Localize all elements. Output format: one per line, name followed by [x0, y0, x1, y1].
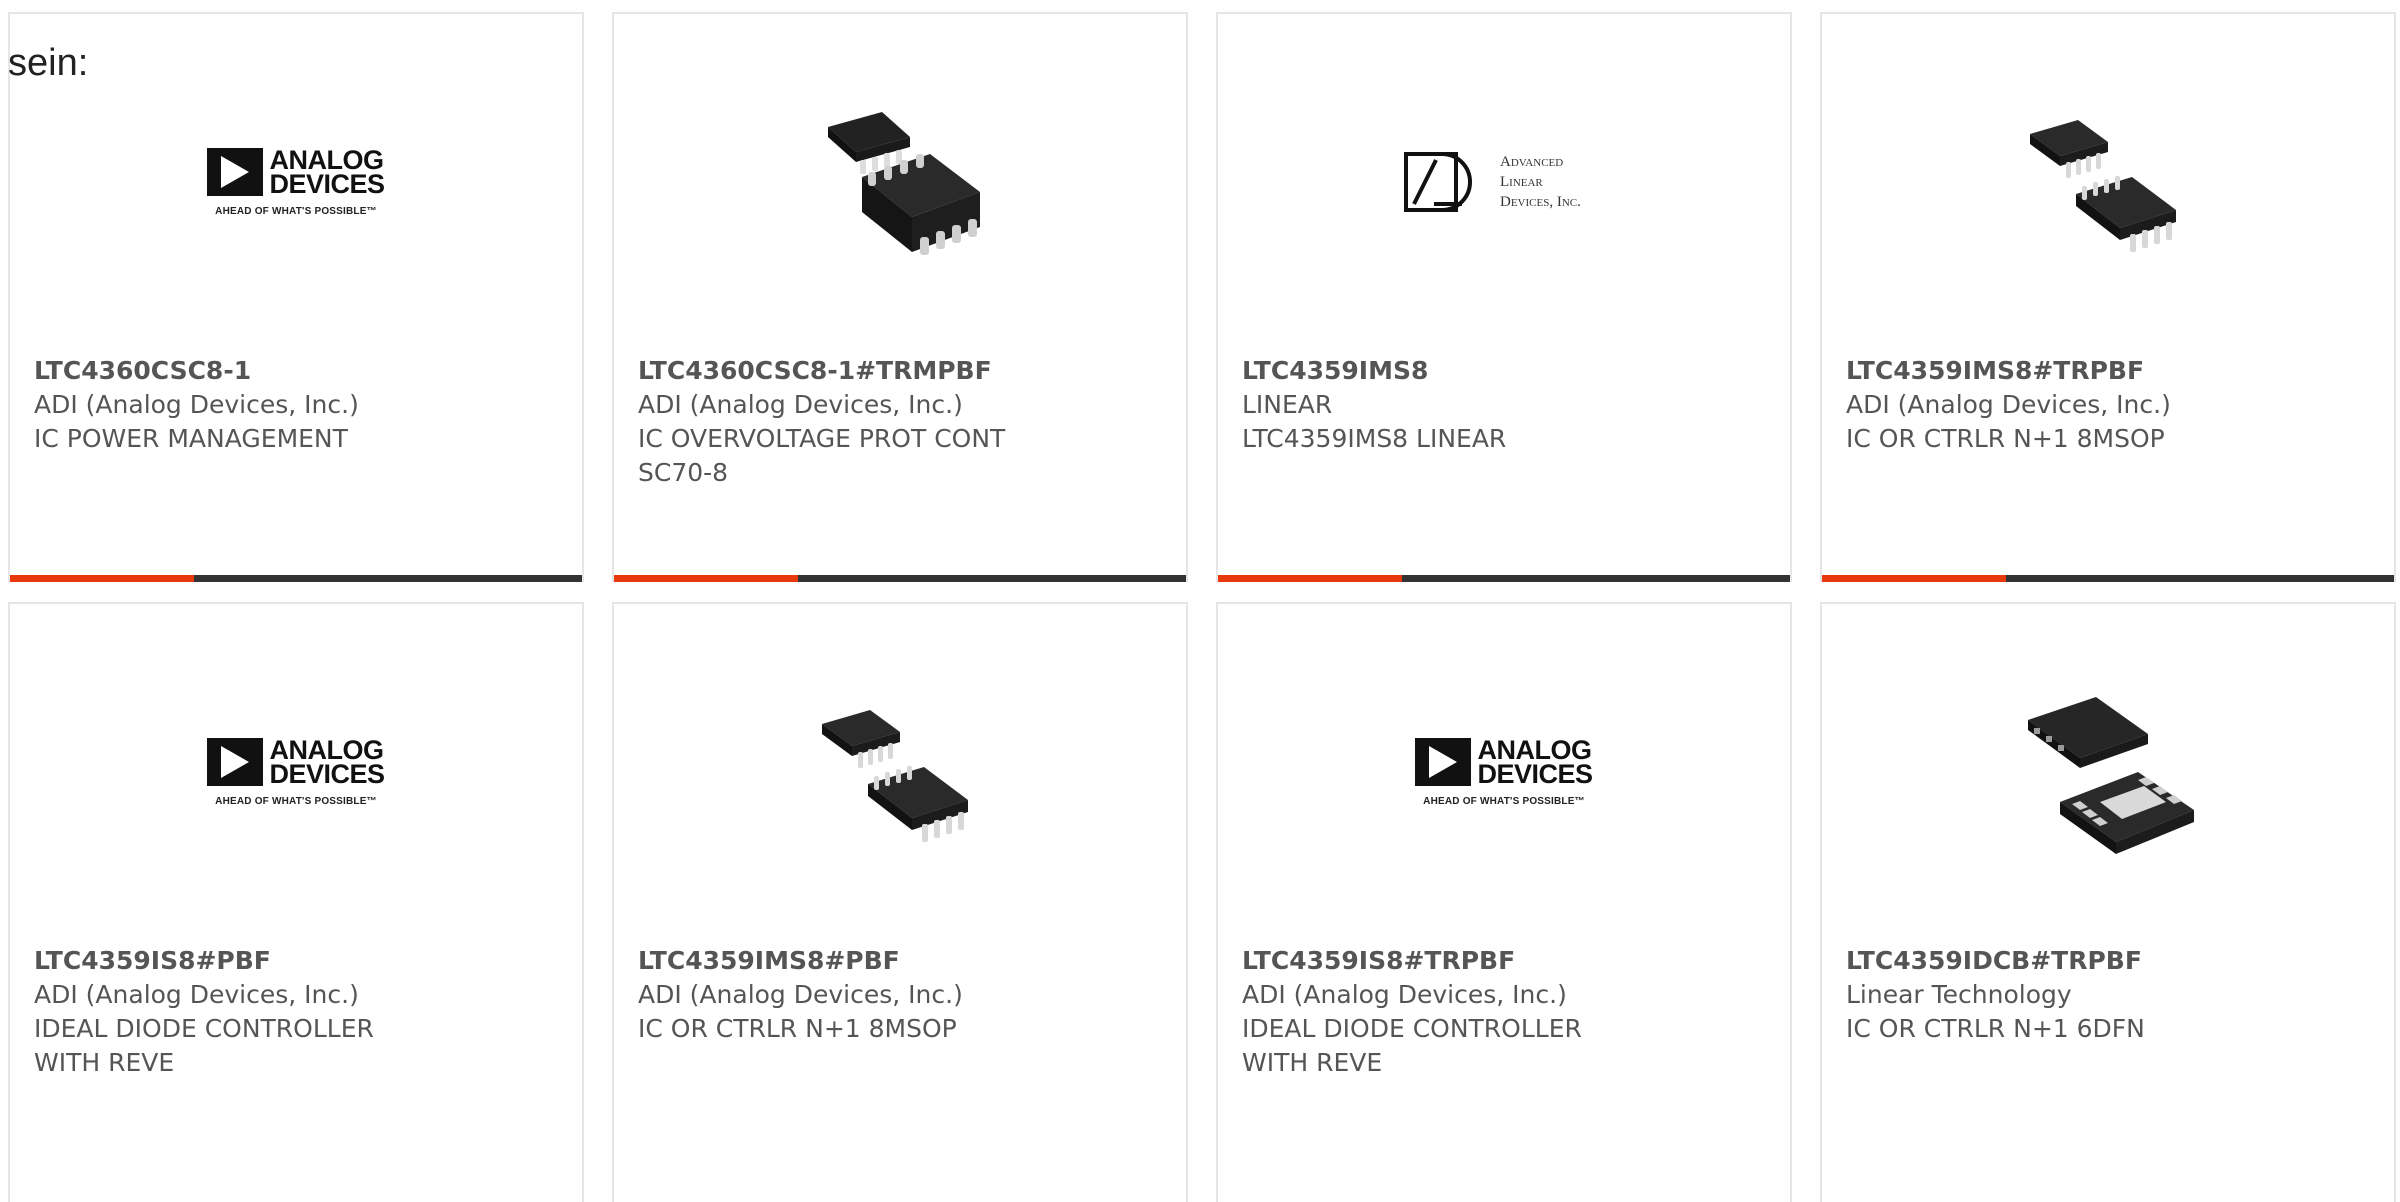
manufacturer-name: LINEAR — [1242, 390, 1333, 419]
product-card[interactable]: LTC4359IDCB#TRPBF Linear Technology IC O… — [1820, 602, 2396, 1202]
product-description: IDEAL DIODE CONTROLLER WITH REVE — [34, 1014, 374, 1077]
logo-word: DEVICES — [269, 168, 385, 199]
manufacturer-logo: ANALOG DEVICES AHEAD OF WHAT'S POSSIBLE™ — [1404, 672, 1604, 872]
part-number-link[interactable]: LTC4359IDCB#TRPBF — [1846, 944, 2370, 978]
card-accent — [1218, 575, 1402, 582]
logo-word: ANALOG — [1477, 734, 1592, 765]
product-description: IDEAL DIODE CONTROLLER WITH REVE — [1242, 1014, 1582, 1077]
product-image — [2008, 672, 2208, 872]
manufacturer-name: ADI (Analog Devices, Inc.) — [638, 390, 963, 419]
logo-tagline: AHEAD OF WHAT'S POSSIBLE™ — [215, 205, 377, 217]
product-card[interactable]: LTC4359IMS8#PBF ADI (Analog Devices, Inc… — [612, 602, 1188, 1202]
manufacturer-logo: ANALOG DEVICES AHEAD OF WHAT'S POSSIBLE™ — [196, 672, 396, 872]
product-card[interactable]: ANALOG DEVICES AHEAD OF WHAT'S POSSIBLE™… — [8, 12, 584, 582]
product-card[interactable]: Advanced Linear Devices, Inc. LTC4359IMS… — [1216, 12, 1792, 582]
product-card[interactable]: LTC4360CSC8-1#TRMPBF ADI (Analog Devices… — [612, 12, 1188, 582]
logo-word: Advanced — [1500, 154, 1564, 170]
card-bottom-bar — [1822, 575, 2394, 582]
product-card[interactable]: ANALOG DEVICES AHEAD OF WHAT'S POSSIBLE™… — [1216, 602, 1792, 1202]
analog-devices-logo: ANALOG DEVICES AHEAD OF WHAT'S POSSIBLE™ — [196, 734, 396, 807]
part-number-link[interactable]: LTC4359IS8#TRPBF — [1242, 944, 1766, 978]
part-number-link[interactable]: LTC4359IMS8#PBF — [638, 944, 1162, 978]
analog-devices-logo: ANALOG DEVICES AHEAD OF WHAT'S POSSIBLE™ — [1404, 734, 1604, 807]
card-accent — [10, 575, 194, 582]
card-accent — [1822, 575, 2006, 582]
card-accent — [614, 575, 798, 582]
adi-triangle-icon — [207, 147, 264, 196]
manufacturer-logo: Advanced Linear Devices, Inc. — [1404, 82, 1604, 282]
part-number-link[interactable]: LTC4360CSC8-1#TRMPBF — [638, 354, 1162, 388]
card-bottom-bar — [614, 575, 1186, 582]
product-image — [800, 672, 1000, 872]
msop8-chip-icon — [822, 710, 968, 842]
product-description: IC OR CTRLR N+1 8MSOP — [1846, 424, 2165, 453]
manufacturer-logo: ANALOG DEVICES AHEAD OF WHAT'S POSSIBLE™ — [196, 82, 396, 282]
manufacturer-name: ADI (Analog Devices, Inc.) — [34, 980, 359, 1009]
logo-tagline: AHEAD OF WHAT'S POSSIBLE™ — [1423, 795, 1585, 807]
soic8-chip-icon — [828, 112, 980, 255]
logo-word: Devices, Inc. — [1500, 194, 1581, 210]
intro-text: sein: — [8, 42, 89, 84]
product-description: IC OR CTRLR N+1 8MSOP — [638, 1014, 957, 1043]
card-bottom-bar — [1218, 575, 1790, 582]
product-card[interactable]: ANALOG DEVICES AHEAD OF WHAT'S POSSIBLE™… — [8, 602, 584, 1202]
part-number-link[interactable]: LTC4359IMS8 — [1242, 354, 1766, 388]
product-description: IC OVERVOLTAGE PROT CONT SC70-8 — [638, 424, 1006, 487]
product-description: IC POWER MANAGEMENT — [34, 424, 348, 453]
adi-triangle-icon — [1415, 737, 1472, 786]
manufacturer-name: ADI (Analog Devices, Inc.) — [638, 980, 963, 1009]
part-number-link[interactable]: LTC4359IS8#PBF — [34, 944, 558, 978]
card-bottom-bar — [10, 575, 582, 582]
part-number-link[interactable]: LTC4359IMS8#TRPBF — [1846, 354, 2370, 388]
msop8-chip-icon — [2030, 120, 2176, 252]
logo-word: Linear — [1500, 174, 1543, 190]
manufacturer-name: ADI (Analog Devices, Inc.) — [34, 390, 359, 419]
logo-word: ANALOG — [269, 734, 384, 765]
analog-devices-logo: ANALOG DEVICES AHEAD OF WHAT'S POSSIBLE™ — [196, 144, 396, 217]
logo-tagline: AHEAD OF WHAT'S POSSIBLE™ — [215, 795, 377, 807]
adi-triangle-icon — [207, 737, 264, 786]
product-description: LTC4359IMS8 LINEAR — [1242, 424, 1507, 453]
product-image — [800, 82, 1000, 282]
manufacturer-name: Linear Technology — [1846, 980, 2072, 1009]
dfn6-chip-icon — [2028, 697, 2194, 854]
logo-word: DEVICES — [1477, 758, 1593, 789]
part-number-link[interactable]: LTC4360CSC8-1 — [34, 354, 558, 388]
manufacturer-name: ADI (Analog Devices, Inc.) — [1846, 390, 2171, 419]
advanced-linear-devices-logo: Advanced Linear Devices, Inc. — [1404, 152, 1604, 212]
product-card[interactable]: LTC4359IMS8#TRPBF ADI (Analog Devices, I… — [1820, 12, 2396, 582]
product-description: IC OR CTRLR N+1 6DFN — [1846, 1014, 2145, 1043]
logo-word: ANALOG — [269, 144, 384, 175]
product-grid: ANALOG DEVICES AHEAD OF WHAT'S POSSIBLE™… — [8, 12, 2400, 1202]
ald-mark-icon — [1404, 152, 1472, 212]
manufacturer-name: ADI (Analog Devices, Inc.) — [1242, 980, 1567, 1009]
logo-word: DEVICES — [269, 758, 385, 789]
product-image — [2008, 82, 2208, 282]
